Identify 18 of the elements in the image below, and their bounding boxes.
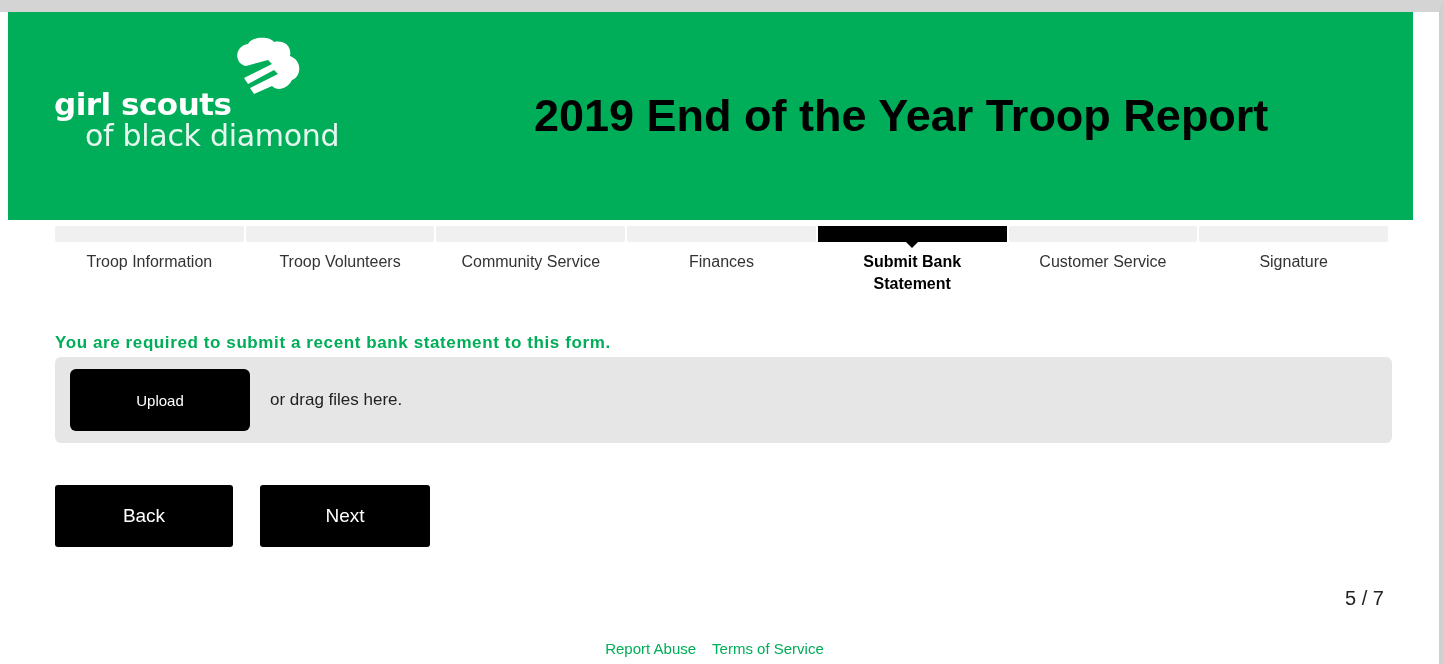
upload-instruction: You are required to submit a recent bank statement to this form. <box>55 333 612 353</box>
next-button[interactable]: Next <box>260 485 430 547</box>
step-label[interactable]: Finances <box>689 251 754 273</box>
step-label[interactable]: Signature <box>1259 251 1328 273</box>
step-label[interactable]: Customer Service <box>1039 251 1167 273</box>
drop-hint: or drag files here. <box>270 390 403 410</box>
report-title: 2019 End of the Year Troop Report <box>533 90 1269 142</box>
back-button[interactable]: Back <box>55 485 233 547</box>
logo-text: girl scouts <box>54 88 233 120</box>
page-indicator: 5 / 7 <box>1345 587 1384 610</box>
step-label[interactable]: Community Service <box>461 251 601 273</box>
step-label[interactable]: Submit Bank Statement <box>842 251 983 295</box>
upload-button[interactable]: Upload <box>70 369 250 431</box>
logo-subtext: of black diamond <box>85 120 341 152</box>
pointer-icon <box>906 242 919 248</box>
step-label[interactable]: Troop Information <box>86 251 213 273</box>
file-drop-zone[interactable]: Upload or drag files here. <box>55 357 1392 443</box>
step-label[interactable]: Troop Volunteers <box>279 251 401 273</box>
